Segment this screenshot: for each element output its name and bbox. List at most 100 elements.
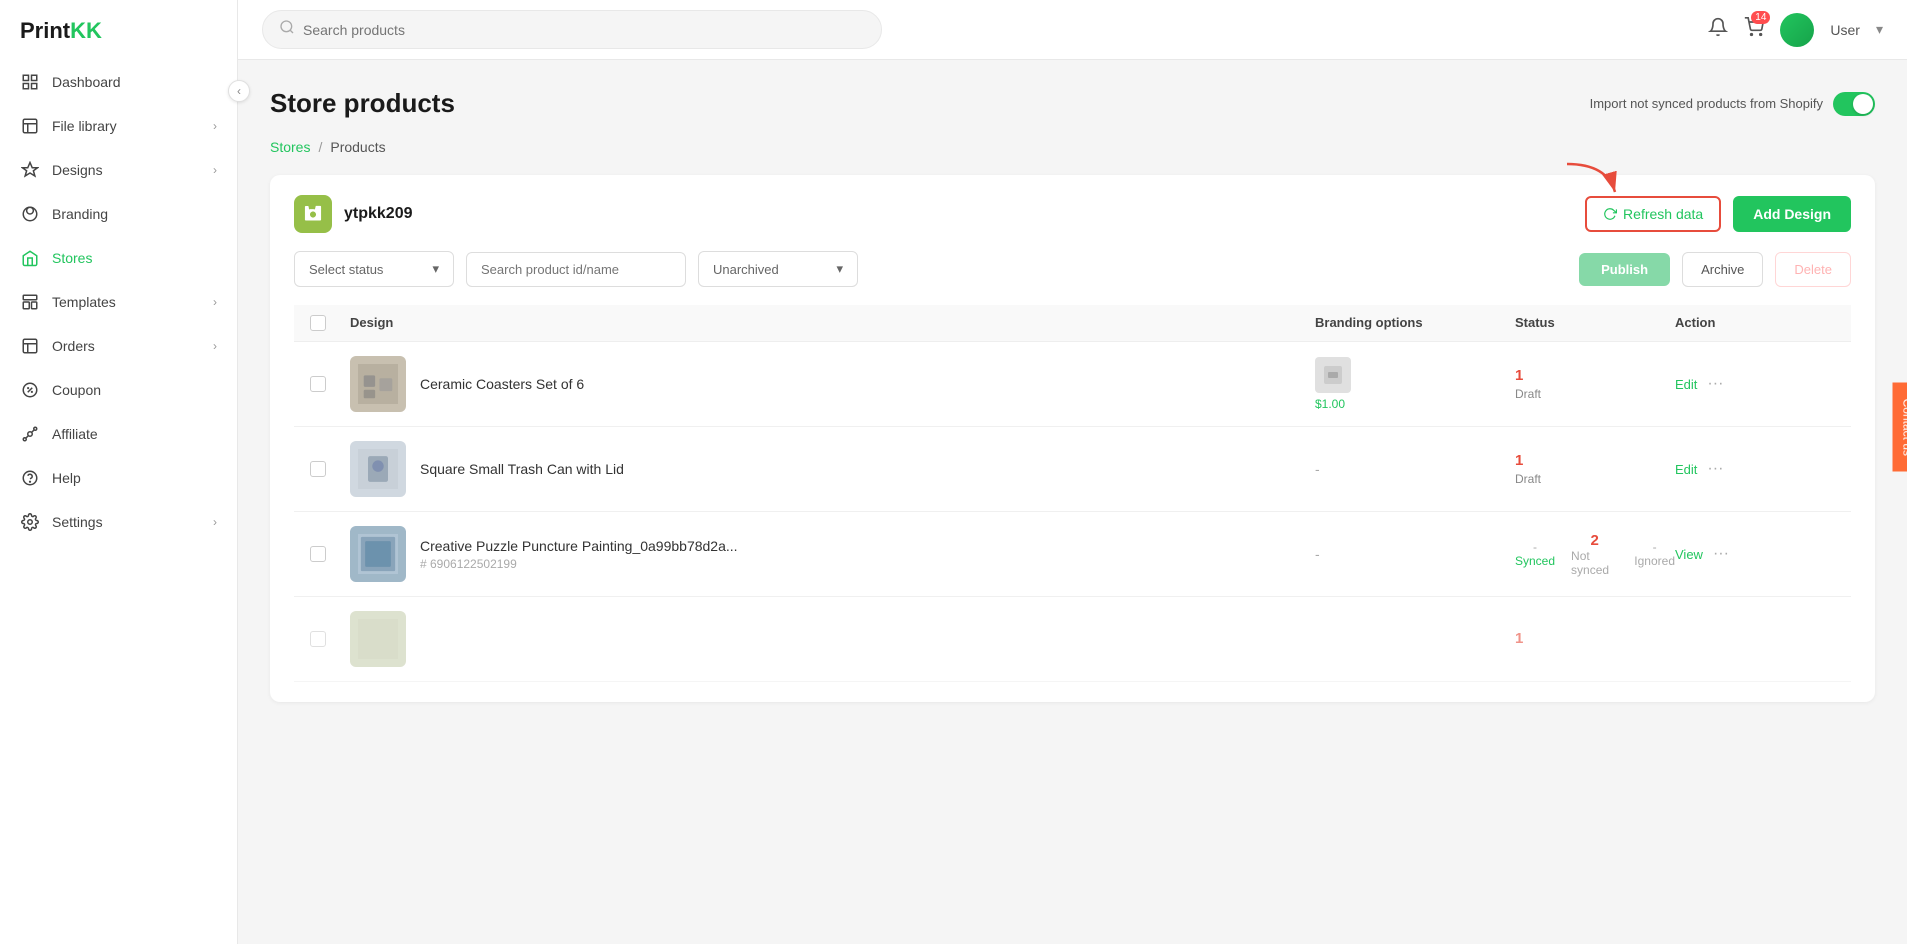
store-name: ytpkk209: [344, 205, 413, 223]
page-title: Store products: [270, 88, 455, 119]
refresh-data-label: Refresh data: [1623, 206, 1703, 222]
product-search-input[interactable]: [481, 262, 671, 277]
row3-ignored-dash: -: [1653, 540, 1657, 554]
table-row: Ceramic Coasters Set of 6 $1.00 1 Draft …: [294, 342, 1851, 427]
row3-product-name: Creative Puzzle Puncture Painting_0a99bb…: [420, 538, 738, 554]
user-name: User: [1830, 22, 1860, 38]
row2-edit-link[interactable]: Edit: [1675, 462, 1697, 477]
row2-checkbox-cell: [310, 461, 350, 477]
status-filter-label: Select status: [309, 262, 383, 277]
row1-status-cell: 1 Draft: [1515, 367, 1675, 401]
import-toggle[interactable]: [1833, 92, 1875, 116]
breadcrumb-stores[interactable]: Stores: [270, 139, 310, 155]
add-design-button[interactable]: Add Design: [1733, 196, 1851, 232]
row3-not-synced-count: 2: [1590, 532, 1598, 549]
row3-action-cell: View ···: [1675, 545, 1835, 563]
sidebar-item-dashboard-label: Dashboard: [52, 74, 121, 90]
row1-status-label: Draft: [1515, 387, 1675, 401]
avatar[interactable]: [1780, 13, 1814, 47]
orders-icon: [20, 336, 40, 356]
row2-checkbox[interactable]: [310, 461, 326, 477]
delete-button[interactable]: Delete: [1775, 252, 1851, 287]
header-branding: Branding options: [1315, 315, 1515, 331]
row1-edit-link[interactable]: Edit: [1675, 377, 1697, 392]
cart-icon[interactable]: 14: [1744, 17, 1764, 42]
sidebar-item-settings[interactable]: Settings ›: [0, 500, 237, 544]
sidebar-collapse-button[interactable]: ‹: [228, 80, 250, 102]
cart-badge: 14: [1751, 11, 1770, 24]
header-status: Status: [1515, 315, 1675, 331]
archive-button[interactable]: Archive: [1682, 252, 1763, 287]
refresh-data-button[interactable]: Refresh data: [1585, 196, 1721, 232]
sidebar-item-orders-label: Orders: [52, 338, 95, 354]
notification-icon[interactable]: [1708, 17, 1728, 42]
sidebar-item-stores[interactable]: Stores: [0, 236, 237, 280]
row2-product-name: Square Small Trash Can with Lid: [420, 461, 624, 477]
row1-checkbox[interactable]: [310, 376, 326, 392]
sidebar-item-templates-label: Templates: [52, 294, 116, 310]
row3-checkbox[interactable]: [310, 546, 326, 562]
table-row: 1: [294, 597, 1851, 682]
file-library-icon: [20, 116, 40, 136]
toggle-thumb: [1853, 94, 1873, 114]
status-filter[interactable]: Select status ▾: [294, 251, 454, 287]
product-search-field[interactable]: [466, 252, 686, 287]
designs-icon: [20, 160, 40, 180]
status-filter-chevron-icon: ▾: [432, 261, 439, 277]
search-input[interactable]: [303, 22, 865, 38]
sidebar-item-designs[interactable]: Designs ›: [0, 148, 237, 192]
import-toggle-label: Import not synced products from Shopify: [1590, 96, 1823, 111]
contact-us-button[interactable]: Contact us: [1892, 383, 1907, 472]
templates-icon: [20, 292, 40, 312]
row2-branding-dash: -: [1315, 461, 1320, 477]
archive-filter-chevron-icon: ▾: [836, 261, 843, 277]
row3-branding-dash: -: [1315, 546, 1320, 562]
row1-branding-cell: $1.00: [1315, 357, 1515, 411]
row4-product-thumb: [350, 611, 406, 667]
sidebar-item-affiliate[interactable]: Affiliate: [0, 412, 237, 456]
row1-branding-thumb: [1315, 357, 1351, 393]
sidebar-item-templates[interactable]: Templates ›: [0, 280, 237, 324]
row3-product-cell: Creative Puzzle Puncture Painting_0a99bb…: [350, 526, 1315, 582]
row2-product-cell: Square Small Trash Can with Lid: [350, 441, 1315, 497]
row3-not-synced-item: 2 Not synced: [1571, 532, 1618, 577]
breadcrumb-products: Products: [330, 139, 385, 155]
row3-product-info: Creative Puzzle Puncture Painting_0a99bb…: [420, 538, 738, 571]
row2-more-options[interactable]: ···: [1707, 460, 1723, 478]
search-icon: [279, 19, 295, 40]
row2-status-label: Draft: [1515, 472, 1675, 486]
row1-branding-price: $1.00: [1315, 397, 1345, 411]
publish-button[interactable]: Publish: [1579, 253, 1670, 286]
sidebar-item-coupon[interactable]: Coupon: [0, 368, 237, 412]
row3-status-synced-row: - Synced 2 Not synced - Ignored: [1515, 532, 1675, 577]
select-all-checkbox[interactable]: [310, 315, 326, 331]
orders-arrow-icon: ›: [213, 339, 217, 353]
sidebar-item-file-library[interactable]: File library ›: [0, 104, 237, 148]
store-card: ytpkk209 Refresh data Add Design: [270, 175, 1875, 702]
import-toggle-area: Import not synced products from Shopify: [1590, 92, 1875, 116]
row1-action-cell: Edit ···: [1675, 375, 1835, 393]
row2-product-thumb: [350, 441, 406, 497]
templates-arrow-icon: ›: [213, 295, 217, 309]
table-row: Creative Puzzle Puncture Painting_0a99bb…: [294, 512, 1851, 597]
row4-checkbox[interactable]: [310, 631, 326, 647]
row2-status-cell: 1 Draft: [1515, 452, 1675, 486]
row3-synced-item: - Synced: [1515, 540, 1555, 568]
row1-more-options[interactable]: ···: [1707, 375, 1723, 393]
settings-icon: [20, 512, 40, 532]
stores-icon: [20, 248, 40, 268]
logo-accent: KK: [70, 18, 102, 43]
row3-ignored-label: Ignored: [1634, 554, 1675, 568]
search-box[interactable]: [262, 10, 882, 49]
sidebar-item-dashboard[interactable]: Dashboard: [0, 60, 237, 104]
sidebar-item-help[interactable]: Help: [0, 456, 237, 500]
row1-product-cell: Ceramic Coasters Set of 6: [350, 356, 1315, 412]
sidebar-item-stores-label: Stores: [52, 250, 92, 266]
sidebar-item-orders[interactable]: Orders ›: [0, 324, 237, 368]
archive-filter[interactable]: Unarchived ▾: [698, 251, 858, 287]
help-icon: [20, 468, 40, 488]
row3-view-link[interactable]: View: [1675, 547, 1703, 562]
row3-more-options[interactable]: ···: [1713, 545, 1729, 563]
sidebar-item-branding[interactable]: Branding: [0, 192, 237, 236]
user-dropdown-arrow-icon[interactable]: ▾: [1876, 21, 1883, 38]
